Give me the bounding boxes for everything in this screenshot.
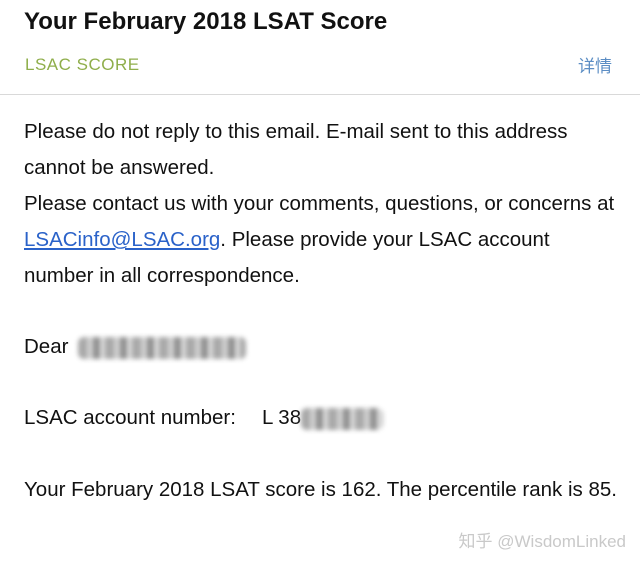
contact-email-link[interactable]: LSACinfo@LSAC.org (24, 228, 220, 251)
intro-line-1: Please do not reply to this email. E-mai… (24, 120, 568, 179)
sender-name[interactable]: LSAC SCORE (25, 55, 140, 75)
greeting: Dear (24, 329, 624, 365)
account-number-line: LSAC account number: L 38 (24, 400, 624, 436)
details-link[interactable]: 详情 (578, 52, 612, 77)
watermark: 知乎 @WisdomLinked (458, 532, 626, 551)
account-label: LSAC account number: (24, 406, 236, 429)
account-prefix: L 38 (261, 406, 302, 429)
email-intro: Please do not reply to this email. E-mai… (24, 114, 624, 294)
score-paragraph: Your February 2018 LSAT score is 162. Th… (24, 478, 617, 501)
intro-line-2-before: Please contact us with your comments, qu… (24, 192, 615, 215)
redacted-name (78, 336, 247, 359)
redacted-account-number (301, 407, 384, 430)
dear-label: Dear (24, 335, 69, 358)
email-subject: Your February 2018 LSAT Score (24, 8, 388, 35)
header-divider (0, 94, 640, 95)
email-header: Your February 2018 LSAT Score LSAC SCORE… (0, 0, 640, 95)
